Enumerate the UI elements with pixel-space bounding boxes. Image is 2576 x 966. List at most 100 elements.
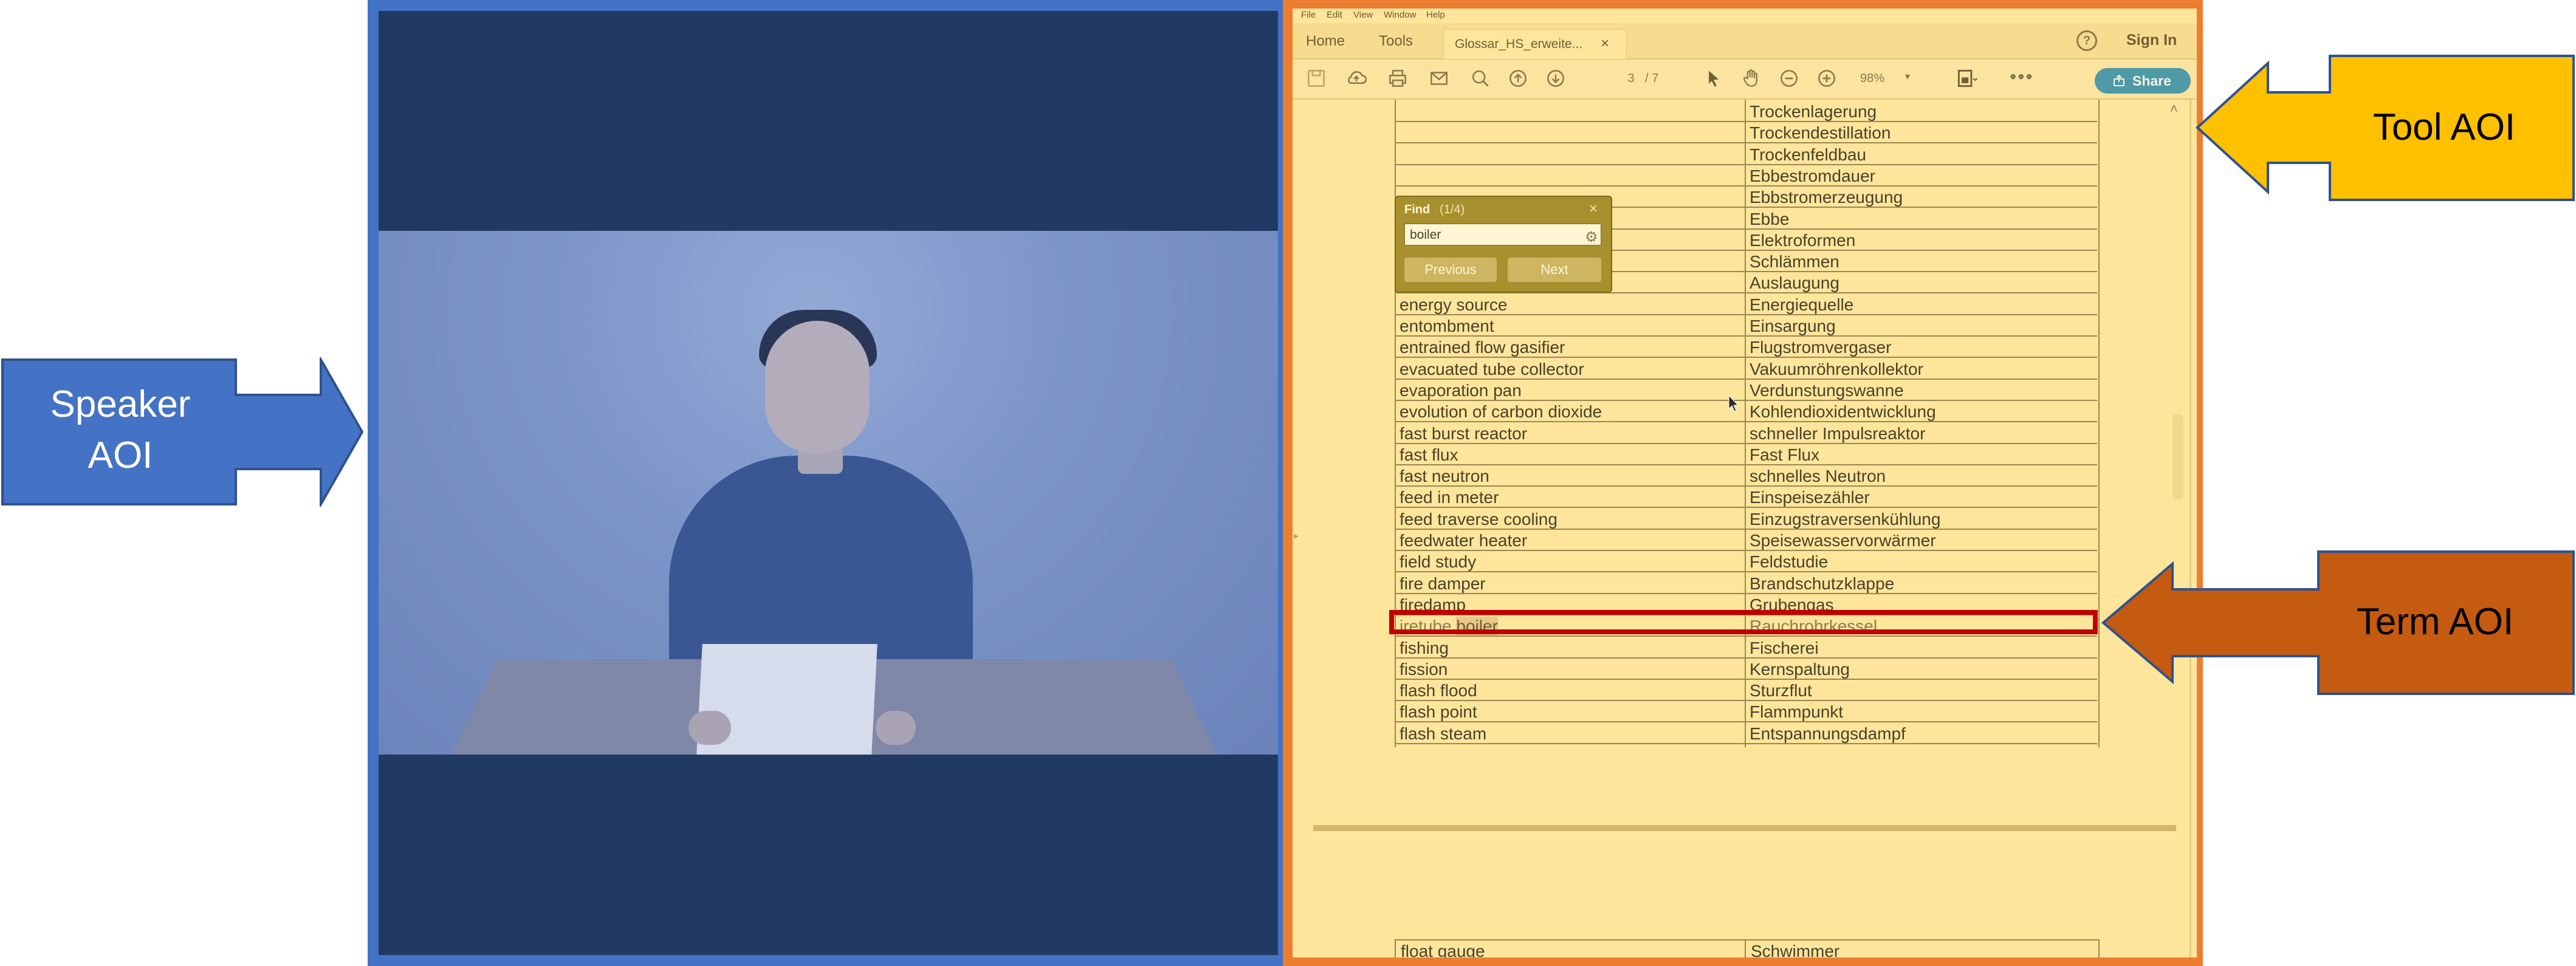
next-page-icon[interactable] [1544, 67, 1567, 90]
document-page[interactable]: ▸ Trockenlagerung Trockendestillation Troc… [1293, 100, 2197, 957]
term-de: Flugstromvergaser [1750, 338, 1892, 357]
table-row: entombment Einsargung [1395, 314, 2097, 337]
table-row: fast flux Fast Flux [1395, 443, 2097, 465]
term-de: Feldstudie [1750, 552, 1829, 572]
page-number-input[interactable]: 3 [1621, 72, 1641, 87]
toolbar: 3 / 7 98% ▾ ••• Share [1293, 60, 2197, 100]
save-icon[interactable] [1305, 67, 1328, 90]
document-tab-label: Glossar_HS_erweite... [1455, 37, 1583, 51]
term-de: Schlämmen [1750, 252, 1839, 272]
term-de: Schwimmer [1751, 942, 1840, 957]
term-de: Einsargung [1750, 317, 1836, 335]
tab-home[interactable]: Home [1306, 33, 1345, 50]
cloud-upload-icon[interactable] [1345, 67, 1368, 90]
term-en: evacuated tube collector [1400, 359, 1584, 379]
term-de: Ebbe [1750, 209, 1790, 228]
more-options-icon[interactable]: ••• [2010, 66, 2034, 88]
sign-in-link[interactable]: Sign In [2126, 32, 2177, 49]
previous-button[interactable]: Previous [1404, 258, 1497, 282]
term-de: schneller Impulsreaktor [1750, 423, 1926, 443]
menu-bar: File Edit View Window Help [1293, 9, 2197, 23]
vertical-scrollbar[interactable]: ˄ [2168, 100, 2186, 957]
menu-file[interactable]: File [1301, 10, 1316, 20]
term-en: fast flux [1400, 445, 1458, 464]
close-icon[interactable]: × [1601, 35, 1609, 52]
share-label: Share [2132, 73, 2171, 89]
menu-help[interactable]: Help [1426, 10, 1445, 20]
term-de: Einzugstraversenkühlung [1750, 509, 1941, 529]
term-de: Brandschutzklappe [1750, 574, 1895, 593]
term-en: field study [1400, 552, 1477, 572]
term-de: Verdunstungswanne [1750, 380, 1904, 400]
page-layout-icon[interactable] [1955, 67, 1978, 90]
table-row: fission Kernspaltung [1395, 657, 2097, 680]
table-row: evacuated tube collector Vakuumröhrenkoll… [1395, 357, 2097, 380]
term-de: Elektroformen [1750, 230, 1856, 250]
table-row: fire damper Brandschutzklappe [1395, 572, 2097, 594]
page-edge [2190, 100, 2191, 957]
close-icon[interactable]: × [1589, 200, 1598, 218]
table-row: feedwater heater Speisewasservorwärmer [1395, 529, 2097, 551]
table-row: evolution of carbon dioxide Kohlendioxide… [1395, 400, 2097, 423]
term-de: Trockenfeldbau [1750, 145, 1866, 164]
pdf-viewer-window: File Edit View Window Help Home Tools Gl… [1293, 9, 2197, 957]
term-aoi-box [1389, 610, 2098, 634]
menu-view[interactable]: View [1353, 10, 1373, 20]
table-row: feed traverse cooling Einzugstraversenküh… [1395, 507, 2097, 530]
chevron-down-icon[interactable]: ▾ [1905, 70, 1910, 83]
mail-icon[interactable] [1427, 67, 1451, 90]
term-de: Kernspaltung [1750, 659, 1850, 679]
term-de: Fischerei [1750, 638, 1819, 657]
find-query: boiler [1410, 228, 1441, 242]
zoom-out-icon[interactable] [1777, 67, 1801, 90]
table-row: flash steam Entspannungsdampf [1395, 722, 2097, 744]
table-row: field study Feldstudie [1395, 550, 2097, 573]
table-row: flash point Flammpunkt [1395, 700, 2097, 723]
video-letterbox [379, 11, 1278, 955]
zoom-in-icon[interactable] [1815, 67, 1838, 90]
tab-document[interactable]: Glossar_HS_erweite... × [1443, 29, 1627, 59]
tab-tools[interactable]: Tools [1379, 33, 1413, 50]
table-row: float gauge Schwimmer [1395, 939, 2100, 957]
menu-edit[interactable]: Edit [1327, 10, 1342, 20]
scroll-up-icon[interactable]: ˄ [2170, 101, 2178, 117]
term-de: Ebbstromerzeugung [1750, 188, 1903, 207]
table-row: evaporation pan Verdunstungswanne [1395, 379, 2097, 401]
term-en: energy source [1400, 295, 1508, 314]
select-cursor-icon[interactable] [1702, 67, 1725, 90]
term-de: Entspannungsdampf [1750, 724, 1906, 743]
term-de: Speisewasservorwärmer [1750, 531, 1936, 550]
find-dialog: Find (1/4) × boiler ⚙ Previous Next [1395, 196, 1612, 293]
caret-right-icon[interactable]: ▸ [1294, 530, 1299, 542]
print-icon[interactable] [1386, 67, 1409, 90]
term-de: Sturzflut [1750, 681, 1812, 701]
hand-tool-icon[interactable] [1740, 67, 1763, 90]
previous-page-icon[interactable] [1506, 67, 1530, 90]
term-de: Energiequelle [1750, 295, 1854, 314]
table-row: energy source Energiequelle [1395, 293, 2097, 315]
term-de: Trockenlagerung [1750, 102, 1877, 121]
zoom-search-icon[interactable] [1469, 67, 1492, 90]
table-column-divider [1745, 939, 1746, 957]
table-row: flash flood Sturzflut [1395, 679, 2097, 702]
share-button[interactable]: Share [2095, 68, 2191, 94]
tool-aoi-frame: File Edit View Window Help Home Tools Gl… [1283, 0, 2203, 966]
speaker-aoi-arrow: Speaker AOI [0, 357, 365, 507]
scroll-thumb[interactable] [2172, 414, 2183, 499]
gear-icon[interactable]: ⚙ [1585, 227, 1598, 248]
tool-aoi-label: Tool AOI [2372, 106, 2516, 148]
speaker-hand-right [876, 711, 916, 745]
help-icon[interactable]: ? [2076, 30, 2097, 51]
tool-aoi-arrow: Tool AOI [2195, 53, 2576, 202]
speaker-video [379, 231, 1278, 755]
term-en: feed traverse cooling [1400, 509, 1558, 529]
find-input[interactable]: boiler ⚙ [1404, 224, 1601, 245]
table-row: Trockenlagerung [1395, 100, 2097, 122]
term-en: flash flood [1400, 681, 1477, 701]
zoom-level[interactable]: 98% [1860, 72, 1884, 86]
menu-window[interactable]: Window [1384, 10, 1416, 20]
term-en: float gauge [1401, 942, 1485, 957]
next-button[interactable]: Next [1508, 258, 1601, 282]
table-row: Trockendestillation [1395, 121, 2097, 144]
term-de: Fast Flux [1750, 445, 1820, 464]
